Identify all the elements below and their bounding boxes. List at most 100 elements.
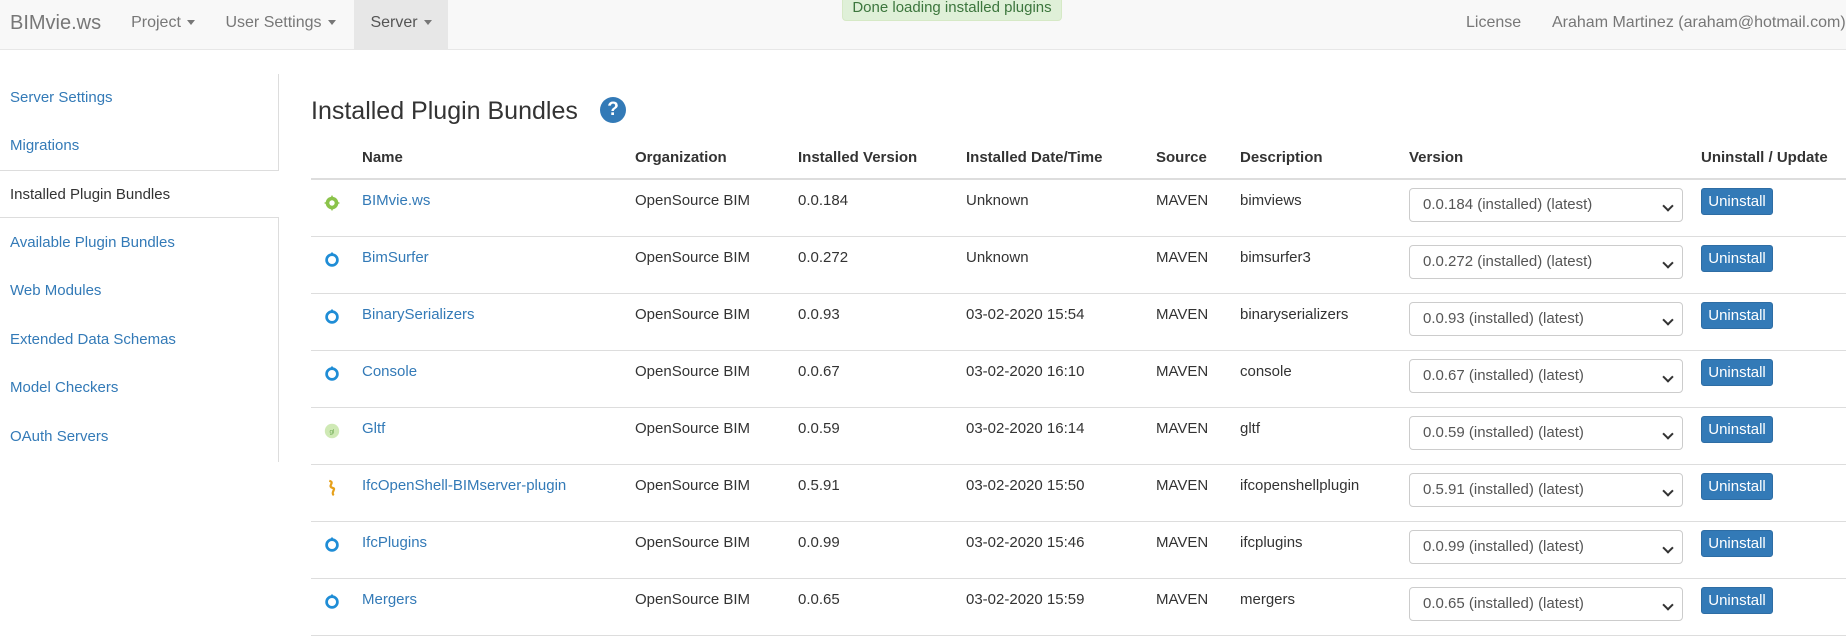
column-header-description[interactable]: Description [1240, 140, 1323, 176]
table-header: Name Organization Installed Version Inst… [311, 140, 1846, 180]
table-row: BimSurfer OpenSource BIM 0.0.272 Unknown… [311, 237, 1846, 294]
column-header-organization[interactable]: Organization [635, 140, 727, 176]
plugin-installed-version: 0.0.272 [798, 249, 849, 266]
plugin-name-link[interactable]: IfcOpenShell-BIMserver-plugin [362, 477, 566, 495]
column-header-uninstall-update[interactable]: Uninstall / Update [1701, 140, 1828, 176]
user-account-link[interactable]: Araham Martinez (araham@hotmail.com) [1552, 0, 1846, 50]
plugin-installed-version: 0.0.99 [798, 534, 840, 551]
uninstall-button[interactable]: Uninstall [1701, 359, 1773, 386]
plugin-name-link[interactable]: BinarySerializers [362, 306, 475, 324]
sidebar-item-extended-data-schemas[interactable]: Extended Data Schemas [0, 316, 278, 364]
nav-menu-label: User Settings [225, 14, 322, 31]
version-select-value: 0.0.93 (installed) (latest) [1423, 310, 1584, 327]
version-select[interactable]: 0.0.272 (installed) (latest) [1409, 245, 1683, 279]
version-select[interactable]: 0.0.99 (installed) (latest) [1409, 530, 1683, 564]
column-header-installed-version[interactable]: Installed Version [798, 140, 917, 176]
plugin-name-link[interactable]: IfcPlugins [362, 534, 427, 552]
plugin-source: MAVEN [1156, 420, 1209, 437]
column-header-installed-date[interactable]: Installed Date/Time [966, 140, 1102, 176]
plugin-description: console [1240, 363, 1292, 380]
plugin-organization: OpenSource BIM [635, 192, 751, 209]
uninstall-button[interactable]: Uninstall [1701, 587, 1773, 614]
nav-menu-server[interactable]: Server [354, 0, 448, 50]
plugin-organization: OpenSource BIM [635, 363, 751, 380]
plugin-organization: OpenSource BIM [635, 477, 751, 494]
chevron-down-icon [1662, 599, 1674, 611]
nav-menu-label: Project [131, 14, 181, 31]
version-select-value: 0.0.59 (installed) (latest) [1423, 424, 1584, 441]
sidebar-item-available-plugin-bundles[interactable]: Available Plugin Bundles [0, 219, 278, 267]
version-select-value: 0.0.272 (installed) (latest) [1423, 253, 1593, 270]
nav-menu-project[interactable]: Project [116, 0, 210, 50]
table-row: Console OpenSource BIM 0.0.67 03-02-2020… [311, 351, 1846, 408]
version-select[interactable]: 0.0.65 (installed) (latest) [1409, 587, 1683, 621]
plugin-description: bimsurfer3 [1240, 249, 1311, 266]
license-link[interactable]: License [1466, 0, 1521, 50]
uninstall-button[interactable]: Uninstall [1701, 302, 1773, 329]
bimserver-logo-icon [325, 365, 339, 381]
plugin-organization: OpenSource BIM [635, 306, 751, 323]
plugin-source: MAVEN [1156, 534, 1209, 551]
sidebar-item-model-checkers[interactable]: Model Checkers [0, 364, 278, 412]
bimserver-logo-icon [325, 308, 339, 324]
plugin-source: MAVEN [1156, 192, 1209, 209]
plugin-installed-version: 0.5.91 [798, 477, 840, 494]
plugin-organization: OpenSource BIM [635, 591, 751, 608]
chevron-down-icon [1662, 428, 1674, 440]
uninstall-button[interactable]: Uninstall [1701, 473, 1773, 500]
bimserver-logo-icon [325, 593, 339, 609]
plugin-installed-version: 0.0.93 [798, 306, 840, 323]
sidebar-item-installed-plugin-bundles[interactable]: Installed Plugin Bundles [0, 170, 279, 218]
plugin-name-link[interactable]: BimSurfer [362, 249, 429, 267]
plugin-organization: OpenSource BIM [635, 534, 751, 551]
sidebar-item-server-settings[interactable]: Server Settings [0, 74, 278, 122]
sidebar-item-oauth-servers[interactable]: OAuth Servers [0, 413, 278, 461]
plugin-description: ifcplugins [1240, 534, 1303, 551]
plugin-installed-date: 03-02-2020 15:54 [966, 306, 1085, 323]
uninstall-button[interactable]: Uninstall [1701, 530, 1773, 557]
table-row: Mergers OpenSource BIM 0.0.65 03-02-2020… [311, 579, 1846, 636]
sidebar-item-migrations[interactable]: Migrations [0, 122, 278, 170]
version-select[interactable]: 0.5.91 (installed) (latest) [1409, 473, 1683, 507]
nav-menu-user-settings[interactable]: User Settings [217, 0, 344, 50]
question-circle-icon[interactable]: ? [600, 97, 626, 123]
ifcopenshell-logo-icon [328, 479, 336, 497]
chevron-down-icon [1662, 371, 1674, 383]
version-select[interactable]: 0.0.59 (installed) (latest) [1409, 416, 1683, 450]
plugin-name-link[interactable]: Console [362, 363, 417, 381]
uninstall-button[interactable]: Uninstall [1701, 188, 1773, 215]
plugin-description: ifcopenshellplugin [1240, 477, 1360, 494]
column-header-version[interactable]: Version [1409, 140, 1463, 176]
plugin-installed-version: 0.0.65 [798, 591, 840, 608]
plugin-source: MAVEN [1156, 591, 1209, 608]
column-header-name[interactable]: Name [362, 140, 403, 176]
version-select[interactable]: 0.0.67 (installed) (latest) [1409, 359, 1683, 393]
plugin-source: MAVEN [1156, 306, 1209, 323]
sidebar-item-web-modules[interactable]: Web Modules [0, 267, 278, 315]
version-select[interactable]: 0.0.184 (installed) (latest) [1409, 188, 1683, 222]
plugin-name-link[interactable]: Gltf [362, 420, 385, 438]
plugin-name-link[interactable]: Mergers [362, 591, 417, 609]
bimviews-logo-icon [323, 194, 341, 212]
chevron-down-icon [1662, 542, 1674, 554]
version-select[interactable]: 0.0.93 (installed) (latest) [1409, 302, 1683, 336]
caret-down-icon [423, 20, 432, 26]
plugin-source: MAVEN [1156, 363, 1209, 380]
plugin-source: MAVEN [1156, 477, 1209, 494]
caret-down-icon [186, 20, 195, 26]
bimserver-logo-icon [325, 536, 339, 552]
plugin-name-link[interactable]: BIMvie.ws [362, 192, 430, 210]
chevron-down-icon [1662, 314, 1674, 326]
plugin-organization: OpenSource BIM [635, 249, 751, 266]
plugin-installed-date: 03-02-2020 16:14 [966, 420, 1085, 437]
column-header-source[interactable]: Source [1156, 140, 1207, 176]
uninstall-button[interactable]: Uninstall [1701, 416, 1773, 443]
plugin-source: MAVEN [1156, 249, 1209, 266]
svg-text:gl: gl [330, 429, 335, 436]
plugin-description: bimviews [1240, 192, 1302, 209]
plugin-description: gltf [1240, 420, 1261, 437]
brand-logo[interactable]: BIMvie.ws [10, 0, 101, 50]
table-row: IfcPlugins OpenSource BIM 0.0.99 03-02-2… [311, 522, 1846, 579]
uninstall-button[interactable]: Uninstall [1701, 245, 1773, 272]
table-row: BinarySerializers OpenSource BIM 0.0.93 … [311, 294, 1846, 351]
